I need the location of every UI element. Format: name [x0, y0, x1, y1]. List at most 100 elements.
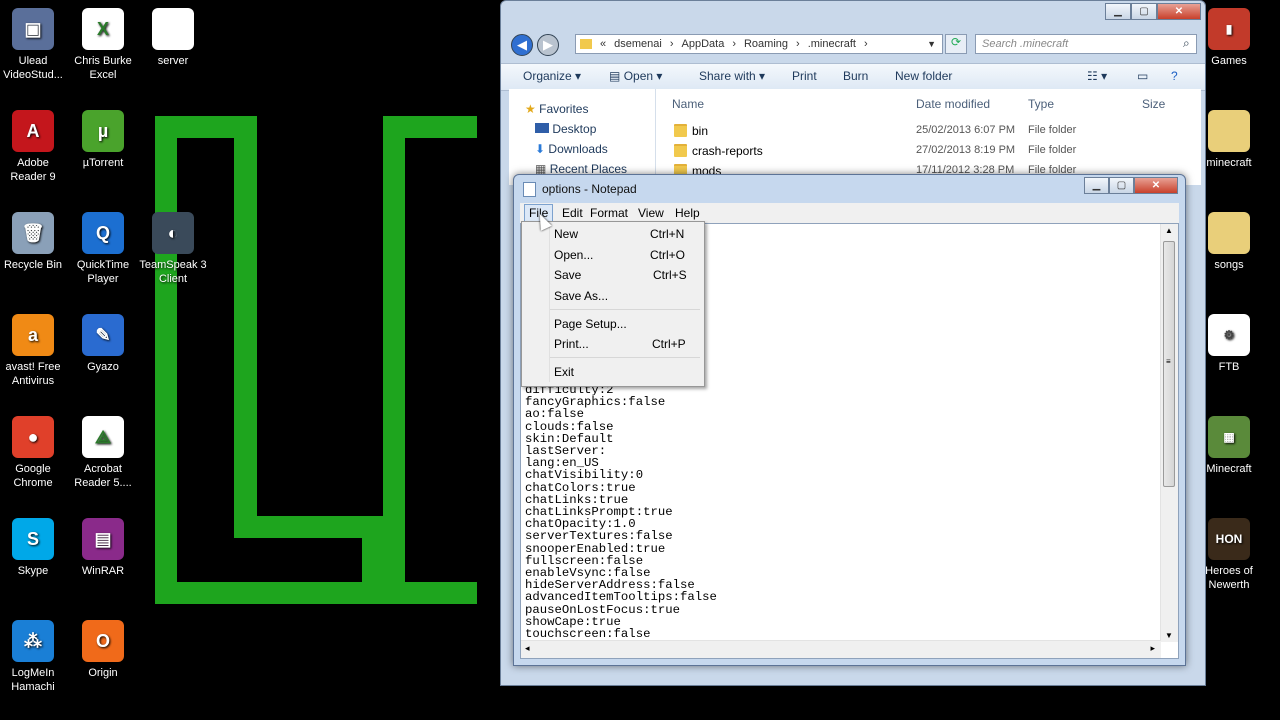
desktop-icon-winrar[interactable]: ▤ WinRAR — [68, 518, 138, 578]
menu-item-save[interactable]: Save Ctrl+S — [522, 265, 704, 285]
scroll-right-icon[interactable]: ▸ — [1150, 643, 1155, 654]
text-content[interactable]: difficulty:2 fancyGraphics:false ao:false c… — [525, 384, 1155, 641]
desktop-icon-ulead[interactable]: ▣ Ulead VideoStud... — [0, 8, 68, 82]
desktop-icon-file[interactable]: server — [138, 8, 208, 68]
desktop-icon-label: Chris Burke Excel — [74, 55, 132, 81]
breadcrumb-appdata[interactable]: AppData — [682, 38, 725, 50]
text-line: snooperEnabled:true — [525, 541, 666, 556]
desktop-icon-acrobat[interactable]: ⟁ Acrobat Reader 5.... — [68, 416, 138, 490]
maximize-button[interactable]: ▢ — [1109, 177, 1134, 194]
close-button[interactable]: ✕ — [1134, 177, 1178, 194]
back-button[interactable]: ◀ — [511, 34, 533, 56]
ftb-file-icon: ⚙ — [1208, 314, 1250, 356]
burn-button[interactable]: Burn — [843, 69, 868, 83]
text-line: clouds:false — [525, 419, 614, 434]
column-type[interactable]: Type — [1028, 97, 1054, 111]
text-line: fancyGraphics:false — [525, 395, 666, 410]
column-name[interactable]: Name — [672, 97, 704, 111]
desktop-icon-excel-file[interactable]: X Chris Burke Excel — [68, 8, 138, 82]
window-title: options - Notepad — [542, 182, 637, 196]
scroll-up-icon[interactable]: ▲ — [1165, 226, 1173, 235]
menu-item-print[interactable]: Print... Ctrl+P — [522, 334, 704, 354]
horizontal-scrollbar[interactable]: ◂ ▸ — [521, 640, 1161, 658]
chevron-down-icon[interactable]: ▼ — [927, 39, 936, 49]
menu-separator — [550, 309, 700, 310]
menu-bar: File Edit Format View Help — [520, 203, 1179, 223]
minimize-button[interactable]: ▁ — [1084, 177, 1109, 194]
address-bar[interactable]: « dsemenai › AppData › Roaming › .minecraft… — [575, 34, 943, 54]
hamachi-icon: ⁂ — [12, 620, 54, 662]
excel-file-icon: X — [82, 8, 124, 50]
desktop-icon-teamspeak[interactable]: ◐ TeamSpeak 3 Client — [138, 212, 208, 286]
desktop-icon-adobe-reader[interactable]: A Adobe Reader 9 — [0, 110, 68, 184]
print-button[interactable]: Print — [792, 69, 817, 83]
menu-item-exit[interactable]: Exit — [522, 362, 704, 382]
nav-desktop[interactable]: Desktop — [535, 122, 596, 136]
downloads-icon: ⬇ — [535, 142, 546, 156]
desktop-icon-label: Gyazo — [87, 361, 119, 373]
desktop-icon-label: Recycle Bin — [3, 259, 63, 271]
teamspeak-icon: ◐ — [152, 212, 194, 254]
search-input[interactable]: Search .minecraft — [975, 34, 1197, 54]
file-menu-dropdown: New Ctrl+N Open... Ctrl+O Save Ctrl+S Save … — [521, 221, 705, 387]
new-folder-button[interactable]: New folder — [895, 69, 952, 83]
scroll-down-icon[interactable]: ▼ — [1165, 631, 1173, 640]
breadcrumb-dsemenai[interactable]: dsemenai — [614, 38, 662, 50]
view-options-icon[interactable]: ☷ ▾ — [1087, 69, 1107, 83]
explorer-close-button[interactable]: ✕ — [1157, 3, 1201, 20]
games-folder-icon: ▮ — [1208, 8, 1250, 50]
desktop-icon-quicktime[interactable]: Q QuickTime Player — [68, 212, 138, 286]
menu-help[interactable]: Help — [670, 204, 705, 222]
star-icon: ★ — [525, 102, 536, 116]
scroll-left-icon[interactable]: ◂ — [525, 643, 530, 654]
breadcrumb-roaming[interactable]: Roaming — [744, 38, 788, 50]
file-date: 27/02/2013 8:19 PM — [916, 144, 1016, 156]
menu-format[interactable]: Format — [585, 204, 633, 222]
desktop-icon-hamachi[interactable]: ⁂ LogMeIn Hamachi — [0, 620, 68, 694]
desktop-icon-label: µTorrent — [82, 157, 124, 169]
forward-button[interactable]: ▶ — [537, 34, 559, 56]
desktop-icon-label: avast! Free Antivirus — [5, 361, 61, 387]
desktop-icon-avast[interactable]: a avast! Free Antivirus — [0, 314, 68, 388]
menu-item-page-setup[interactable]: Page Setup... — [522, 314, 704, 334]
scrollbar-thumb[interactable]: ≡ — [1163, 241, 1175, 487]
file-row[interactable]: crash-reports 27/02/2013 8:19 PM File fold… — [656, 142, 1201, 162]
nav-favorites[interactable]: ★ Favorites — [525, 102, 588, 116]
preview-pane-icon[interactable]: ▭ — [1137, 69, 1148, 83]
menu-view[interactable]: View — [633, 204, 669, 222]
nav-downloads[interactable]: ⬇ Downloads — [535, 142, 608, 156]
file-row[interactable]: bin 25/02/2013 6:07 PM File folder — [656, 122, 1201, 142]
explorer-minimize-button[interactable]: ▁ — [1105, 3, 1131, 20]
desktop-icon-recycle-bin[interactable]: 🗑 Recycle Bin — [0, 212, 68, 272]
desktop-icon-origin[interactable]: O Origin — [68, 620, 138, 680]
grip-icon: ≡ — [1166, 357, 1171, 366]
help-icon[interactable]: ? — [1171, 69, 1178, 83]
file-type: File folder — [1028, 144, 1077, 156]
menu-item-open[interactable]: Open... Ctrl+O — [522, 245, 704, 265]
songs-folder-icon — [1208, 212, 1250, 254]
desktop-icon — [535, 123, 549, 133]
menu-edit[interactable]: Edit — [557, 204, 588, 222]
share-with-button[interactable]: Share with ▾ — [699, 69, 765, 83]
desktop-icon-gyazo[interactable]: ✎ Gyazo — [68, 314, 138, 374]
file-type: File folder — [1028, 124, 1077, 136]
quicktime-icon: Q — [82, 212, 124, 254]
open-button[interactable]: ▤ Open ▾ — [609, 69, 662, 83]
refresh-button[interactable]: ⟳ — [945, 34, 967, 54]
desktop-icon-skype[interactable]: S Skype — [0, 518, 68, 578]
text-line: chatColors:true — [525, 480, 636, 495]
origin-icon: O — [82, 620, 124, 662]
column-date-modified[interactable]: Date modified — [916, 97, 990, 111]
desktop-icon-utorrent[interactable]: µ µTorrent — [68, 110, 138, 170]
desktop-icon-label: server — [157, 55, 189, 67]
menu-item-save-as[interactable]: Save As... — [522, 286, 704, 306]
menu-item-new[interactable]: New Ctrl+N — [522, 224, 704, 244]
breadcrumb-overflow[interactable]: « — [600, 38, 606, 50]
vertical-scrollbar[interactable]: ▲ ≡ ▼ — [1160, 224, 1178, 642]
column-size[interactable]: Size — [1142, 97, 1165, 111]
organize-button[interactable]: Organize ▾ — [523, 69, 581, 83]
desktop-icon-chrome[interactable]: ● Google Chrome — [0, 416, 68, 490]
search-icon[interactable]: ⌕ — [1183, 36, 1190, 51]
breadcrumb-minecraft[interactable]: .minecraft — [808, 38, 856, 50]
explorer-maximize-button[interactable]: ▢ — [1131, 3, 1157, 20]
